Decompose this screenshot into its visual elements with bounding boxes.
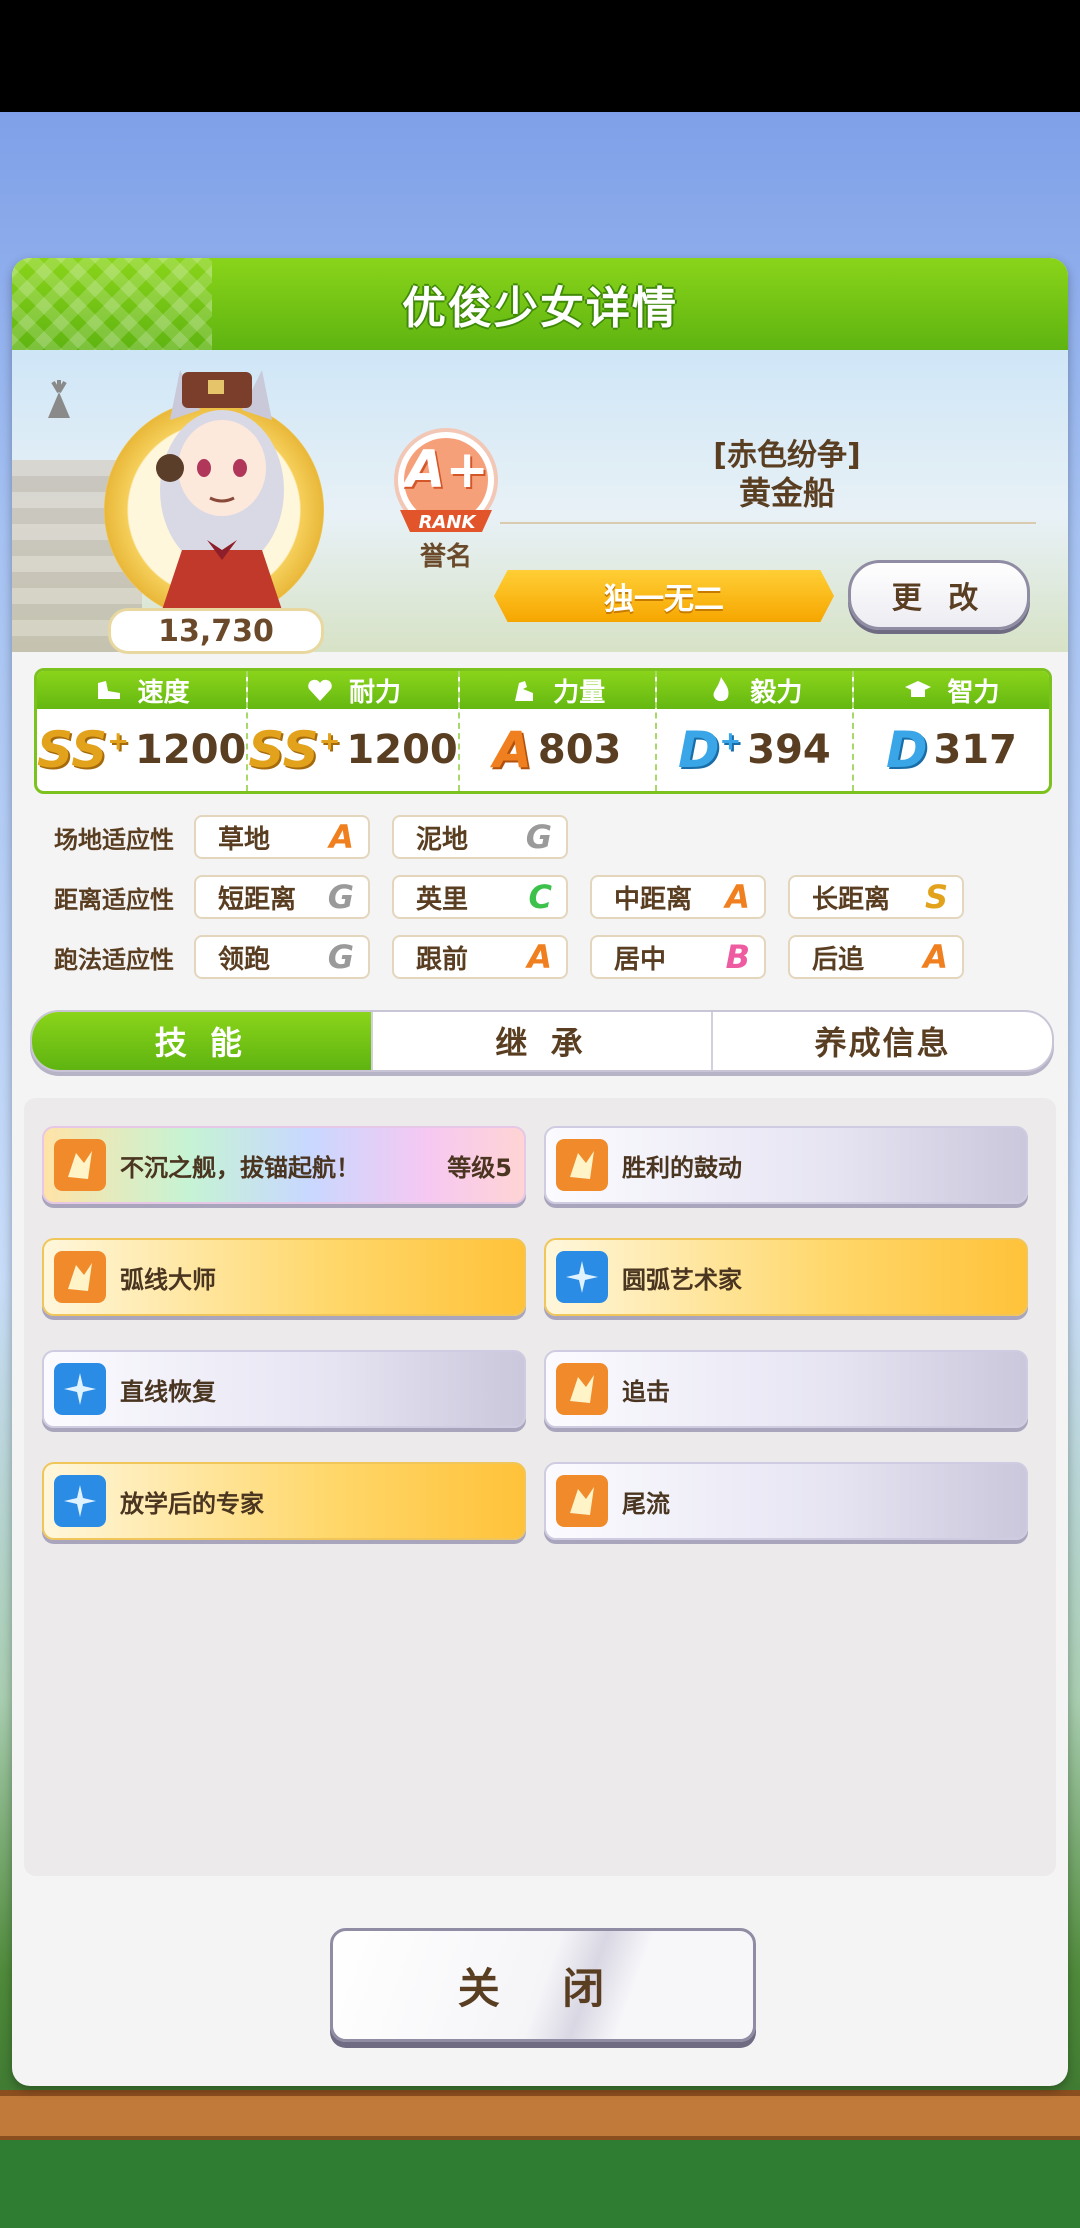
carrot-icon[interactable] — [36, 380, 82, 426]
stats-table: 速度 SS+ 1200 耐力 SS+ 1200 力量 A 803 毅力 D+ 3… — [34, 668, 1052, 794]
skill-item[interactable]: 放学后的专家 — [42, 1462, 526, 1540]
flame-icon — [713, 677, 729, 702]
page-title: 优俊少女详情 — [402, 283, 678, 334]
skill-item[interactable]: 圆弧艺术家 — [544, 1238, 1028, 1316]
aptitude-grade: G — [525, 818, 552, 856]
stat-power: 力量 A 803 — [459, 671, 657, 791]
evaluation-score: 13,730 — [108, 608, 324, 654]
stat-value: 1200 — [135, 727, 247, 773]
rank-label: 誉名 — [419, 542, 472, 572]
character-name: 黄金船 — [738, 474, 835, 512]
skill-item[interactable]: 弧线大师 — [42, 1238, 526, 1316]
aptitude-grade: A — [527, 938, 552, 976]
stat-grade: SS+ — [248, 721, 341, 779]
skill-orange-icon — [54, 1139, 106, 1191]
aptitude-cell: 居中 B — [590, 935, 766, 979]
aptitude-grade: G — [327, 938, 354, 976]
stat-grade: D+ — [677, 721, 742, 779]
change-button[interactable]: 更 改 — [848, 560, 1030, 630]
aptitude-grade: B — [725, 938, 750, 976]
skill-blue-icon — [54, 1475, 106, 1527]
stat-value: 1200 — [346, 727, 458, 773]
aptitude-cell: 后追 A — [788, 935, 964, 979]
stat-value: 394 — [747, 727, 831, 773]
skill-item[interactable]: 胜利的鼓动 — [544, 1126, 1028, 1204]
skill-orange-icon — [54, 1251, 106, 1303]
skill-item[interactable]: 追击 — [544, 1350, 1028, 1428]
close-button[interactable]: 关 闭 — [330, 1928, 756, 2042]
skill-orange-icon — [556, 1363, 608, 1415]
background-fence — [0, 2090, 1080, 2142]
graduation-cap-icon — [905, 681, 932, 697]
aptitude-grade: C — [528, 878, 552, 916]
stat-label: 力量 — [553, 677, 606, 708]
skills-list: 不沉之舰，拔锚起航！ 等级5 胜利的鼓动 弧线大师 圆弧艺术家 直线恢复 追击 … — [24, 1098, 1056, 1876]
divider — [500, 522, 1036, 524]
detail-tabs: 技 能 继 承 养成信息 — [30, 1010, 1054, 1072]
status-bar-area — [0, 0, 1080, 112]
aptitude-cell: 中距离 A — [590, 875, 766, 919]
stat-guts: 毅力 D+ 394 — [656, 671, 854, 791]
title-banner: 独一无二 — [494, 570, 834, 622]
skill-orange-icon — [556, 1139, 608, 1191]
aptitude-cell: 短距离 G — [194, 875, 370, 919]
character-portrait[interactable] — [122, 350, 312, 610]
stat-label: 毅力 — [750, 677, 803, 708]
aptitude-cell: 跟前 A — [392, 935, 568, 979]
aptitude-grade: S — [924, 878, 948, 916]
stat-grade: A — [493, 721, 532, 779]
aptitude-cell: 领跑 G — [194, 935, 370, 979]
skill-orange-icon — [556, 1475, 608, 1527]
stat-wisdom: 智力 D 317 — [853, 671, 1049, 791]
panel-header: 优俊少女详情 — [12, 258, 1068, 350]
aptitude-cell: 英里 C — [392, 875, 568, 919]
skill-level: 等级5 — [447, 1153, 512, 1182]
character-hero: 13,730 A+ RANK 誉名 [赤色纷争] 黄金船 独一无二 更 改 — [12, 350, 1068, 654]
aptitude-cell: 长距离 S — [788, 875, 964, 919]
muscle-icon — [515, 681, 534, 701]
aptitude-distance-row: 距离适应性 短距离 G 英里 C 中距离 A 长距离 S — [34, 872, 1046, 922]
stat-stamina: 耐力 SS+ 1200 — [248, 671, 460, 791]
background-grass — [0, 2140, 1080, 2228]
umamusume-detail-panel: 优俊少女详情 13,730 A+ RANK 誉名 [赤色纷争] 黄金船 独一无二… — [12, 258, 1068, 2086]
aptitude-grade: A — [923, 938, 948, 976]
heart-icon — [308, 679, 332, 701]
aptitude-grade: A — [725, 878, 750, 916]
aptitude-surface-row: 场地适应性 草地 A 泥地 G — [34, 812, 1046, 862]
skill-item[interactable]: 尾流 — [544, 1462, 1028, 1540]
stat-value: 803 — [537, 727, 622, 773]
aptitude-label: 距离适应性 — [54, 885, 174, 914]
header-pattern — [12, 258, 212, 350]
shoe-icon — [97, 681, 120, 699]
aptitude-grade: A — [329, 818, 354, 856]
skill-item[interactable]: 不沉之舰，拔锚起航！ 等级5 — [42, 1126, 526, 1204]
stat-grade: SS+ — [37, 721, 130, 779]
stat-label: 耐力 — [349, 677, 402, 708]
tab-inheritance[interactable]: 继 承 — [373, 1012, 714, 1070]
tab-training-info[interactable]: 养成信息 — [713, 1012, 1052, 1070]
aptitude-label: 跑法适应性 — [54, 945, 174, 974]
rank-grade: A+ — [405, 440, 489, 500]
stat-value: 317 — [933, 727, 1017, 773]
aptitude-strategy-row: 跑法适应性 领跑 G 跟前 A 居中 B 后追 A — [34, 932, 1046, 982]
rank-word: RANK — [418, 512, 476, 533]
stat-label: 智力 — [947, 677, 1000, 708]
stat-label: 速度 — [137, 677, 190, 708]
aptitude-label: 场地适应性 — [54, 825, 174, 854]
aptitude-cell: 草地 A — [194, 815, 370, 859]
aptitude-grade: G — [327, 878, 354, 916]
stat-speed: 速度 SS+ 1200 — [37, 671, 249, 791]
stat-grade: D — [885, 721, 928, 779]
skill-blue-icon — [54, 1363, 106, 1415]
skill-item[interactable]: 直线恢复 — [42, 1350, 526, 1428]
tab-skills[interactable]: 技 能 — [32, 1012, 373, 1070]
skill-blue-icon — [556, 1251, 608, 1303]
aptitude-cell: 泥地 G — [392, 815, 568, 859]
